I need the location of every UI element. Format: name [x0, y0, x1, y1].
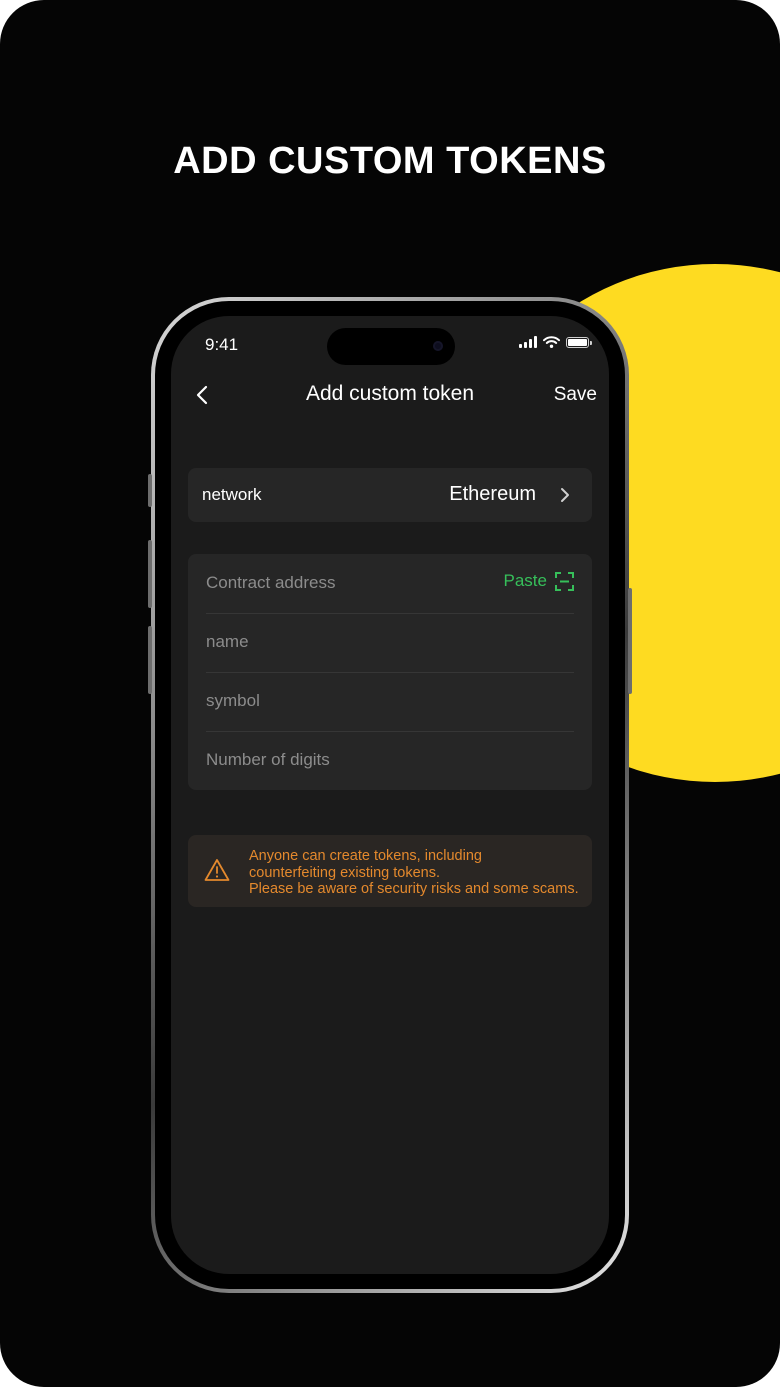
- phone-volume-down-button: [148, 626, 152, 694]
- page-title: Add custom token: [305, 382, 475, 405]
- signal-icon: [519, 336, 537, 348]
- network-selector[interactable]: network Ethereum: [188, 468, 592, 522]
- contract-address-placeholder: Contract address: [206, 573, 336, 592]
- digits-placeholder: Number of digits: [206, 750, 330, 769]
- warning-line-1: Anyone can create tokens, including: [249, 848, 482, 864]
- paste-button[interactable]: Paste: [504, 571, 574, 591]
- status-icons: [519, 336, 592, 348]
- paste-label: Paste: [503, 571, 547, 590]
- battery-icon: [566, 336, 592, 348]
- phone-action-button: [148, 474, 152, 507]
- scan-icon[interactable]: [555, 571, 574, 591]
- name-field[interactable]: name: [206, 613, 574, 673]
- warning-line-2: counterfeiting existing tokens.: [249, 864, 441, 881]
- network-value: Ethereum: [449, 483, 536, 505]
- dynamic-island: [327, 328, 455, 365]
- symbol-placeholder: symbol: [206, 691, 260, 710]
- warning-text: Anyone can create tokens, including coun…: [249, 848, 584, 898]
- promo-headline: ADD CUSTOM TOKENS: [173, 140, 607, 182]
- contract-address-field[interactable]: Contract address Paste: [206, 554, 574, 614]
- status-time: 9:41: [205, 335, 239, 354]
- chevron-right-icon: [561, 488, 569, 502]
- phone-power-button: [628, 588, 632, 694]
- name-placeholder: name: [206, 632, 249, 651]
- phone-volume-up-button: [148, 540, 152, 608]
- front-camera: [433, 341, 443, 351]
- warning-triangle-icon: [204, 859, 230, 881]
- wifi-icon: [543, 336, 560, 348]
- warning-banner: Anyone can create tokens, including coun…: [188, 835, 592, 907]
- network-label: network: [202, 485, 262, 504]
- symbol-field[interactable]: symbol: [206, 672, 574, 732]
- phone-screen: 9:41 Add custom token Save network Ether…: [171, 316, 609, 1274]
- token-form: Contract address Paste name symbol Numbe…: [188, 554, 592, 790]
- save-button[interactable]: Save: [554, 384, 597, 406]
- digits-field[interactable]: Number of digits: [206, 731, 574, 790]
- promo-canvas: ADD CUSTOM TOKENS 9:41 Add custom token …: [0, 0, 780, 1387]
- warning-line-3: Please be aware of security risks and so…: [249, 881, 579, 897]
